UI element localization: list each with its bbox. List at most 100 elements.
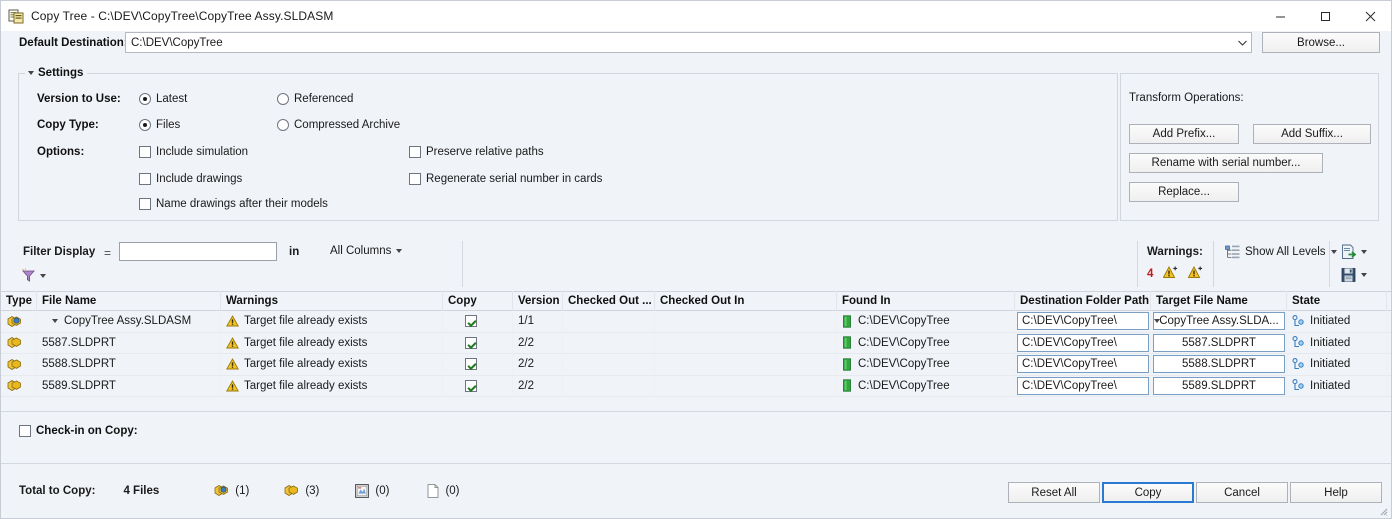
column-header-copy[interactable]: Copy <box>443 291 513 311</box>
radio-version-referenced[interactable]: Referenced <box>277 93 353 105</box>
column-header-target-file-name[interactable]: Target File Name <box>1151 291 1287 311</box>
cell-target-file-name[interactable]: 5589.SLDPRT <box>1151 375 1287 397</box>
checkbox-name-drawings-after-models[interactable]: Name drawings after their models <box>139 198 328 210</box>
export-icon[interactable] <box>1341 244 1357 260</box>
destination-combobox[interactable]: C:\DEV\CopyTree <box>125 32 1252 53</box>
target-file-name-input[interactable]: 5587.SLDPRT <box>1153 333 1285 352</box>
column-header-warnings[interactable]: Warnings <box>221 291 443 311</box>
checkbox-indicator[interactable] <box>139 173 151 185</box>
minimize-button[interactable] <box>1258 1 1303 31</box>
checkbox-indicator[interactable] <box>409 146 421 158</box>
column-header-type[interactable]: Type <box>1 291 37 311</box>
filter-icon-button[interactable] <box>21 268 46 283</box>
export-dropdown[interactable] <box>1341 244 1367 260</box>
cell-destination-folder-path[interactable]: C:\DEV\CopyTree\ <box>1015 332 1151 354</box>
filter-icon[interactable] <box>21 268 36 283</box>
checkbox-indicator[interactable] <box>19 425 31 437</box>
destination-path-input[interactable]: C:\DEV\CopyTree\ <box>1017 312 1149 331</box>
cell-destination-folder-path[interactable]: C:\DEV\CopyTree\ <box>1015 310 1151 332</box>
cell-file-name[interactable]: 5588.SLDPRT <box>37 353 221 375</box>
save-icon[interactable] <box>1341 267 1357 283</box>
checkbox-check-in-on-copy[interactable]: Check-in on Copy: <box>19 425 138 437</box>
column-header-checked-out-in[interactable]: Checked Out In <box>655 291 837 311</box>
cell-checked-out-by <box>563 353 655 375</box>
radio-indicator[interactable] <box>139 119 151 131</box>
table-row[interactable]: CopyTree Assy.SLDASM Target file already… <box>1 310 1391 333</box>
column-header-state[interactable]: State <box>1287 291 1387 311</box>
column-header-found-in[interactable]: Found In <box>837 291 1015 311</box>
cell-destination-folder-path[interactable]: C:\DEV\CopyTree\ <box>1015 375 1151 397</box>
chevron-down-icon[interactable] <box>1361 250 1367 254</box>
resize-grip[interactable] <box>1378 506 1388 516</box>
cell-copy[interactable] <box>443 353 513 375</box>
checkbox-include-simulation[interactable]: Include simulation <box>139 146 248 158</box>
chevron-down-icon[interactable] <box>1154 319 1160 324</box>
target-file-name-input[interactable]: CopyTree Assy.SLDA... <box>1153 312 1285 331</box>
copy-button[interactable]: Copy <box>1102 482 1194 503</box>
target-file-name-input[interactable]: 5589.SLDPRT <box>1153 376 1285 395</box>
close-button[interactable] <box>1348 1 1391 31</box>
copy-checkbox[interactable] <box>465 315 477 328</box>
replace-button[interactable]: Replace... <box>1129 182 1239 202</box>
checkbox-preserve-relative-paths[interactable]: Preserve relative paths <box>409 146 544 158</box>
destination-path-input[interactable]: C:\DEV\CopyTree\ <box>1017 333 1149 352</box>
column-header-checked-out-by[interactable]: Checked Out ... <box>563 291 655 311</box>
cell-file-name[interactable]: 5587.SLDPRT <box>37 332 221 354</box>
checkbox-regenerate-serial-number[interactable]: Regenerate serial number in cards <box>409 173 602 185</box>
checkbox-include-drawings[interactable]: Include drawings <box>139 173 242 185</box>
checkbox-indicator[interactable] <box>139 198 151 210</box>
next-warning-icon[interactable] <box>1162 265 1179 283</box>
cell-file-name[interactable]: CopyTree Assy.SLDASM <box>37 310 221 332</box>
expand-collapse-icon[interactable] <box>52 319 58 324</box>
table-row[interactable]: 5588.SLDPRT Target file already exists 2… <box>1 353 1391 376</box>
radio-indicator[interactable] <box>277 119 289 131</box>
maximize-button[interactable] <box>1303 1 1348 31</box>
column-header-version[interactable]: Version <box>513 291 563 311</box>
show-all-levels-dropdown[interactable]: Show All Levels <box>1225 245 1337 259</box>
cancel-button[interactable]: Cancel <box>1196 482 1288 503</box>
collapse-triangle-icon[interactable] <box>28 71 34 75</box>
column-header-destination-folder-path[interactable]: Destination Folder Path <box>1015 291 1151 311</box>
cell-target-file-name[interactable]: 5588.SLDPRT <box>1151 353 1287 375</box>
cell-copy[interactable] <box>443 332 513 354</box>
chevron-down-icon[interactable] <box>1234 33 1251 52</box>
chevron-down-icon[interactable] <box>1361 273 1367 277</box>
radio-copytype-compressed-archive[interactable]: Compressed Archive <box>277 119 400 131</box>
radio-version-latest[interactable]: Latest <box>139 93 187 105</box>
browse-button[interactable]: Browse... <box>1262 32 1380 53</box>
settings-legend[interactable]: Settings <box>25 66 87 80</box>
reset-all-button[interactable]: Reset All <box>1008 482 1100 503</box>
cell-target-file-name[interactable]: CopyTree Assy.SLDA... <box>1151 310 1287 332</box>
previous-warning-icon[interactable] <box>1187 265 1204 283</box>
table-row[interactable]: 5587.SLDPRT Target file already exists 2… <box>1 332 1391 354</box>
help-button[interactable]: Help <box>1290 482 1382 503</box>
chevron-down-icon[interactable] <box>396 249 403 253</box>
chevron-down-icon[interactable] <box>40 273 46 278</box>
cell-copy[interactable] <box>443 310 513 332</box>
checkbox-indicator[interactable] <box>139 146 151 158</box>
destination-path-input[interactable]: C:\DEV\CopyTree\ <box>1017 376 1149 395</box>
table-row[interactable]: 5589.SLDPRT Target file already exists 2… <box>1 375 1391 397</box>
chevron-down-icon[interactable] <box>1330 250 1337 254</box>
cell-target-file-name[interactable]: 5587.SLDPRT <box>1151 332 1287 354</box>
rename-with-serial-number-button[interactable]: Rename with serial number... <box>1129 153 1323 173</box>
target-file-name-input[interactable]: 5588.SLDPRT <box>1153 355 1285 374</box>
radio-indicator[interactable] <box>139 93 151 105</box>
copy-checkbox[interactable] <box>465 379 477 392</box>
columns-dropdown[interactable]: All Columns <box>330 245 403 257</box>
cell-file-name[interactable]: 5589.SLDPRT <box>37 375 221 397</box>
filter-input[interactable] <box>119 242 277 261</box>
radio-copytype-files[interactable]: Files <box>139 119 180 131</box>
destination-path-input[interactable]: C:\DEV\CopyTree\ <box>1017 355 1149 374</box>
destination-value[interactable]: C:\DEV\CopyTree <box>126 37 223 49</box>
column-header-file-name[interactable]: File Name <box>37 291 221 311</box>
checkbox-indicator[interactable] <box>409 173 421 185</box>
save-dropdown[interactable] <box>1341 267 1367 283</box>
cell-destination-folder-path[interactable]: C:\DEV\CopyTree\ <box>1015 353 1151 375</box>
radio-indicator[interactable] <box>277 93 289 105</box>
copy-checkbox[interactable] <box>465 358 477 371</box>
add-suffix-button[interactable]: Add Suffix... <box>1253 124 1371 144</box>
copy-checkbox[interactable] <box>465 336 477 349</box>
add-prefix-button[interactable]: Add Prefix... <box>1129 124 1239 144</box>
cell-copy[interactable] <box>443 375 513 397</box>
